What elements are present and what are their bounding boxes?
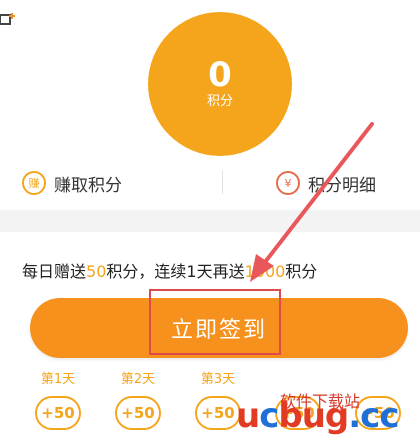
earn-icon: 赚 <box>22 171 46 195</box>
annotation-highlight-box <box>149 289 281 355</box>
watermark-domain: .cc <box>348 396 399 436</box>
section-separator <box>0 210 420 232</box>
bonus-points-value: 1000 <box>244 262 286 281</box>
day-points-badge: +50 <box>195 396 241 430</box>
actions-divider <box>222 170 223 194</box>
day-label: 第2天 <box>120 372 156 387</box>
checkin-reward-rule: 每日赠送50积分，连续1天再送1000积分 <box>22 258 420 284</box>
site-watermark-logo: 软件下载站 ucbug.cc <box>236 384 420 440</box>
day-label: 第1天 <box>40 372 76 387</box>
day-item: 第1天 +50 <box>28 370 88 440</box>
watermark-letter-u: u <box>236 396 260 436</box>
points-balance-unit: 积分 <box>206 94 233 109</box>
watermark-word-bug: bug <box>278 396 349 436</box>
points-detail-label: 积分明细 <box>308 175 376 196</box>
day-points-badge: +50 <box>115 396 161 430</box>
rule-text-3: 天再送 <box>196 262 245 281</box>
rule-text-2: 积分，连续1 <box>106 262 197 281</box>
yuan-icon: ¥ <box>276 171 300 195</box>
earn-points-button[interactable]: 赚 赚取积分 <box>22 168 122 198</box>
points-balance-value: 0 <box>208 55 232 95</box>
day-points-badge: +50 <box>35 396 81 430</box>
rule-text-4: 积分 <box>285 262 318 281</box>
earn-points-label: 赚取积分 <box>54 175 122 196</box>
points-balance-circle: 0 积分 <box>148 12 292 156</box>
watermark-letter-c: c <box>259 396 279 436</box>
day-item: 第2天 +50 <box>108 370 168 440</box>
message-icon[interactable] <box>0 10 16 28</box>
points-actions-row: 赚 赚取积分 ¥ 积分明细 <box>0 160 420 206</box>
daily-points-value: 50 <box>86 262 107 281</box>
points-detail-button[interactable]: ¥ 积分明细 <box>276 168 376 198</box>
rule-text-1: 每日赠送 <box>22 262 87 281</box>
